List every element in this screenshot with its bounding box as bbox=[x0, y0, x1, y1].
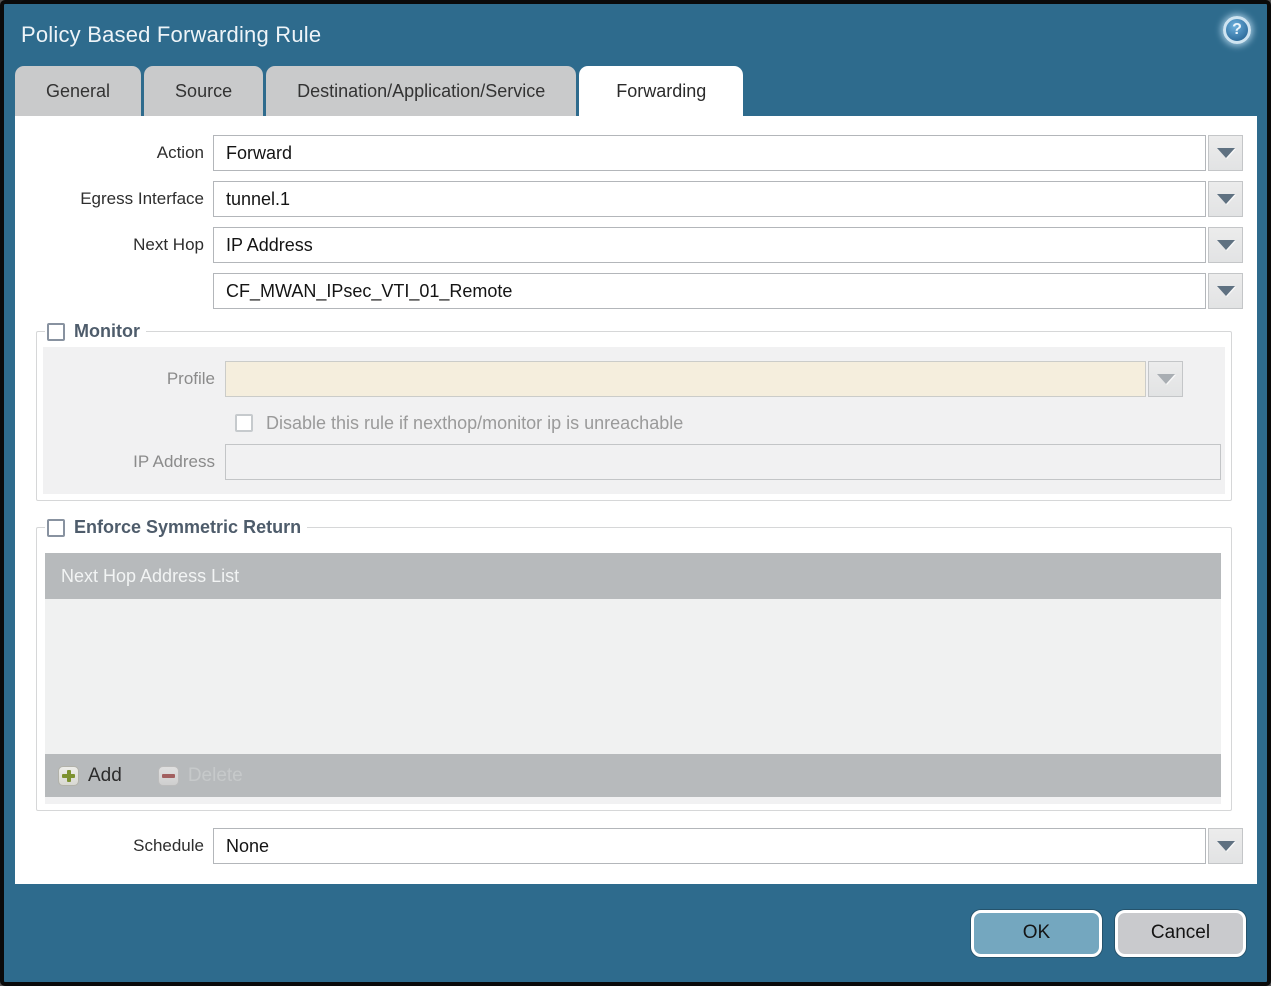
action-dropdown-trigger[interactable] bbox=[1208, 135, 1243, 171]
egress-interface-row: Egress Interface bbox=[15, 181, 1243, 217]
chevron-down-icon bbox=[1216, 286, 1235, 296]
pbf-rule-dialog: Policy Based Forwarding Rule ? General S… bbox=[0, 0, 1271, 986]
chevron-down-icon bbox=[1216, 240, 1235, 250]
add-button-label: Add bbox=[88, 764, 122, 786]
cancel-button[interactable]: Cancel bbox=[1115, 909, 1246, 957]
next-hop-address-list-table: Next Hop Address List Add Delete bbox=[45, 553, 1221, 804]
next-hop-row: Next Hop bbox=[15, 227, 1243, 263]
egress-interface-dropdown-trigger[interactable] bbox=[1208, 181, 1243, 217]
disable-rule-row: Disable this rule if nexthop/monitor ip … bbox=[235, 409, 1221, 437]
disable-rule-label: Disable this rule if nexthop/monitor ip … bbox=[266, 412, 684, 433]
table-header-label: Next Hop Address List bbox=[61, 565, 240, 586]
symmetric-return-legend: Enforce Symmetric Return bbox=[45, 517, 307, 538]
symmetric-return-checkbox[interactable] bbox=[47, 518, 65, 537]
next-hop-address-input[interactable] bbox=[213, 273, 1206, 309]
symmetric-return-legend-label: Enforce Symmetric Return bbox=[74, 517, 302, 537]
tab-destination-application-service[interactable]: Destination/Application/Service bbox=[266, 66, 577, 116]
schedule-dropdown-trigger[interactable] bbox=[1208, 828, 1243, 864]
monitor-ip-address-row: IP Address bbox=[43, 444, 1221, 480]
delete-minus-icon bbox=[157, 765, 179, 786]
action-row: Action bbox=[15, 135, 1243, 171]
dialog-title: Policy Based Forwarding Rule bbox=[21, 22, 322, 47]
monitor-panel: Profile Disable this rule if nexthop/mon… bbox=[43, 347, 1225, 494]
disable-rule-checkbox bbox=[235, 414, 253, 432]
chevron-down-icon bbox=[1216, 194, 1235, 204]
tab-general[interactable]: General bbox=[15, 66, 142, 116]
monitor-legend-label: Monitor bbox=[74, 321, 140, 341]
schedule-row: Schedule bbox=[15, 828, 1243, 864]
profile-input bbox=[225, 361, 1146, 397]
monitor-checkbox[interactable] bbox=[47, 322, 65, 341]
symmetric-return-fieldset: Enforce Symmetric Return Next Hop Addres… bbox=[36, 517, 1232, 811]
delete-button-label: Delete bbox=[187, 764, 243, 786]
egress-interface-input[interactable] bbox=[213, 181, 1206, 217]
delete-button: Delete bbox=[157, 764, 243, 787]
profile-row: Profile bbox=[43, 361, 1221, 397]
tab-source[interactable]: Source bbox=[144, 66, 264, 116]
next-hop-address-dropdown-trigger[interactable] bbox=[1208, 273, 1243, 309]
next-hop-dropdown-trigger[interactable] bbox=[1208, 227, 1243, 263]
monitor-legend: Monitor bbox=[45, 321, 146, 342]
egress-interface-label: Egress Interface bbox=[80, 189, 204, 208]
forwarding-tab-panel: Action Egress Interface Next Hop Monitor bbox=[15, 116, 1257, 884]
add-button[interactable]: Add bbox=[58, 765, 122, 787]
next-hop-type-input[interactable] bbox=[213, 227, 1206, 263]
monitor-ip-address-label: IP Address bbox=[133, 452, 215, 471]
chevron-down-icon bbox=[1216, 148, 1235, 158]
next-hop-label: Next Hop bbox=[133, 235, 204, 254]
help-icon[interactable]: ? bbox=[1223, 16, 1251, 44]
tab-forwarding[interactable]: Forwarding bbox=[579, 66, 744, 116]
monitor-ip-address-input bbox=[225, 444, 1221, 480]
add-plus-icon bbox=[58, 765, 79, 786]
schedule-input[interactable] bbox=[213, 828, 1206, 864]
schedule-label: Schedule bbox=[133, 836, 204, 855]
chevron-down-icon bbox=[1216, 841, 1235, 851]
chevron-down-icon bbox=[1156, 374, 1175, 384]
table-header: Next Hop Address List bbox=[45, 553, 1221, 599]
title-bar: Policy Based Forwarding Rule ? bbox=[4, 4, 1267, 66]
profile-label: Profile bbox=[166, 369, 215, 388]
table-body-empty[interactable] bbox=[45, 599, 1221, 754]
action-label: Action bbox=[156, 143, 204, 162]
profile-dropdown-trigger bbox=[1148, 361, 1183, 397]
dialog-footer: OK Cancel bbox=[4, 884, 1267, 982]
ok-button[interactable]: OK bbox=[971, 909, 1102, 957]
monitor-fieldset: Monitor Profile Disable this rule if nex… bbox=[36, 321, 1232, 501]
table-toolbar: Add Delete bbox=[45, 754, 1221, 797]
tab-bar: General Source Destination/Application/S… bbox=[4, 66, 1267, 116]
next-hop-address-row bbox=[15, 273, 1243, 309]
action-input[interactable] bbox=[213, 135, 1206, 171]
